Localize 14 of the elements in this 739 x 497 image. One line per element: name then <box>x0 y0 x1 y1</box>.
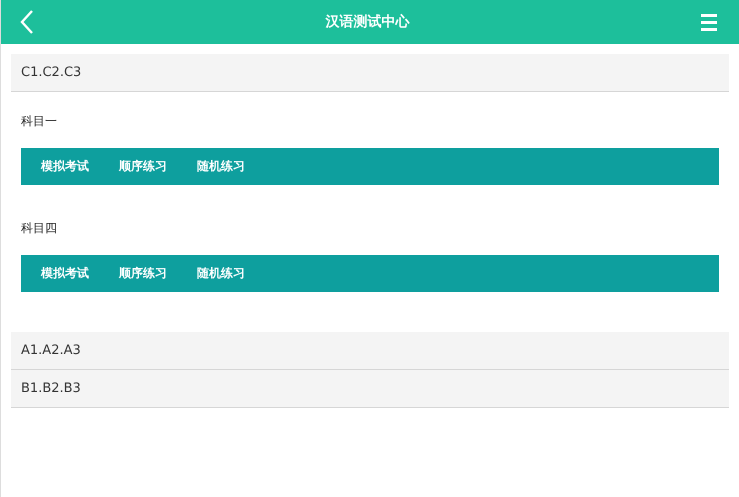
list-item[interactable]: A1.A2.A3 <box>11 332 729 370</box>
action-link[interactable]: 模拟考试 <box>41 158 89 175</box>
action-link[interactable]: 随机练习 <box>197 158 245 175</box>
action-link[interactable]: 模拟考试 <box>41 265 89 282</box>
list-item[interactable]: B1.B2.B3 <box>11 370 729 408</box>
action-link[interactable]: 顺序练习 <box>119 158 167 175</box>
action-link[interactable]: 顺序练习 <box>119 265 167 282</box>
page-title: 汉语测试中心 <box>326 13 410 31</box>
back-icon[interactable] <box>20 10 34 34</box>
subject-title: 科目一 <box>21 113 58 129</box>
list-item[interactable]: C1.C2.C3 <box>11 54 729 92</box>
action-link[interactable]: 随机练习 <box>197 265 245 282</box>
subject-title: 科目四 <box>21 220 58 236</box>
menu-icon[interactable] <box>701 13 717 31</box>
